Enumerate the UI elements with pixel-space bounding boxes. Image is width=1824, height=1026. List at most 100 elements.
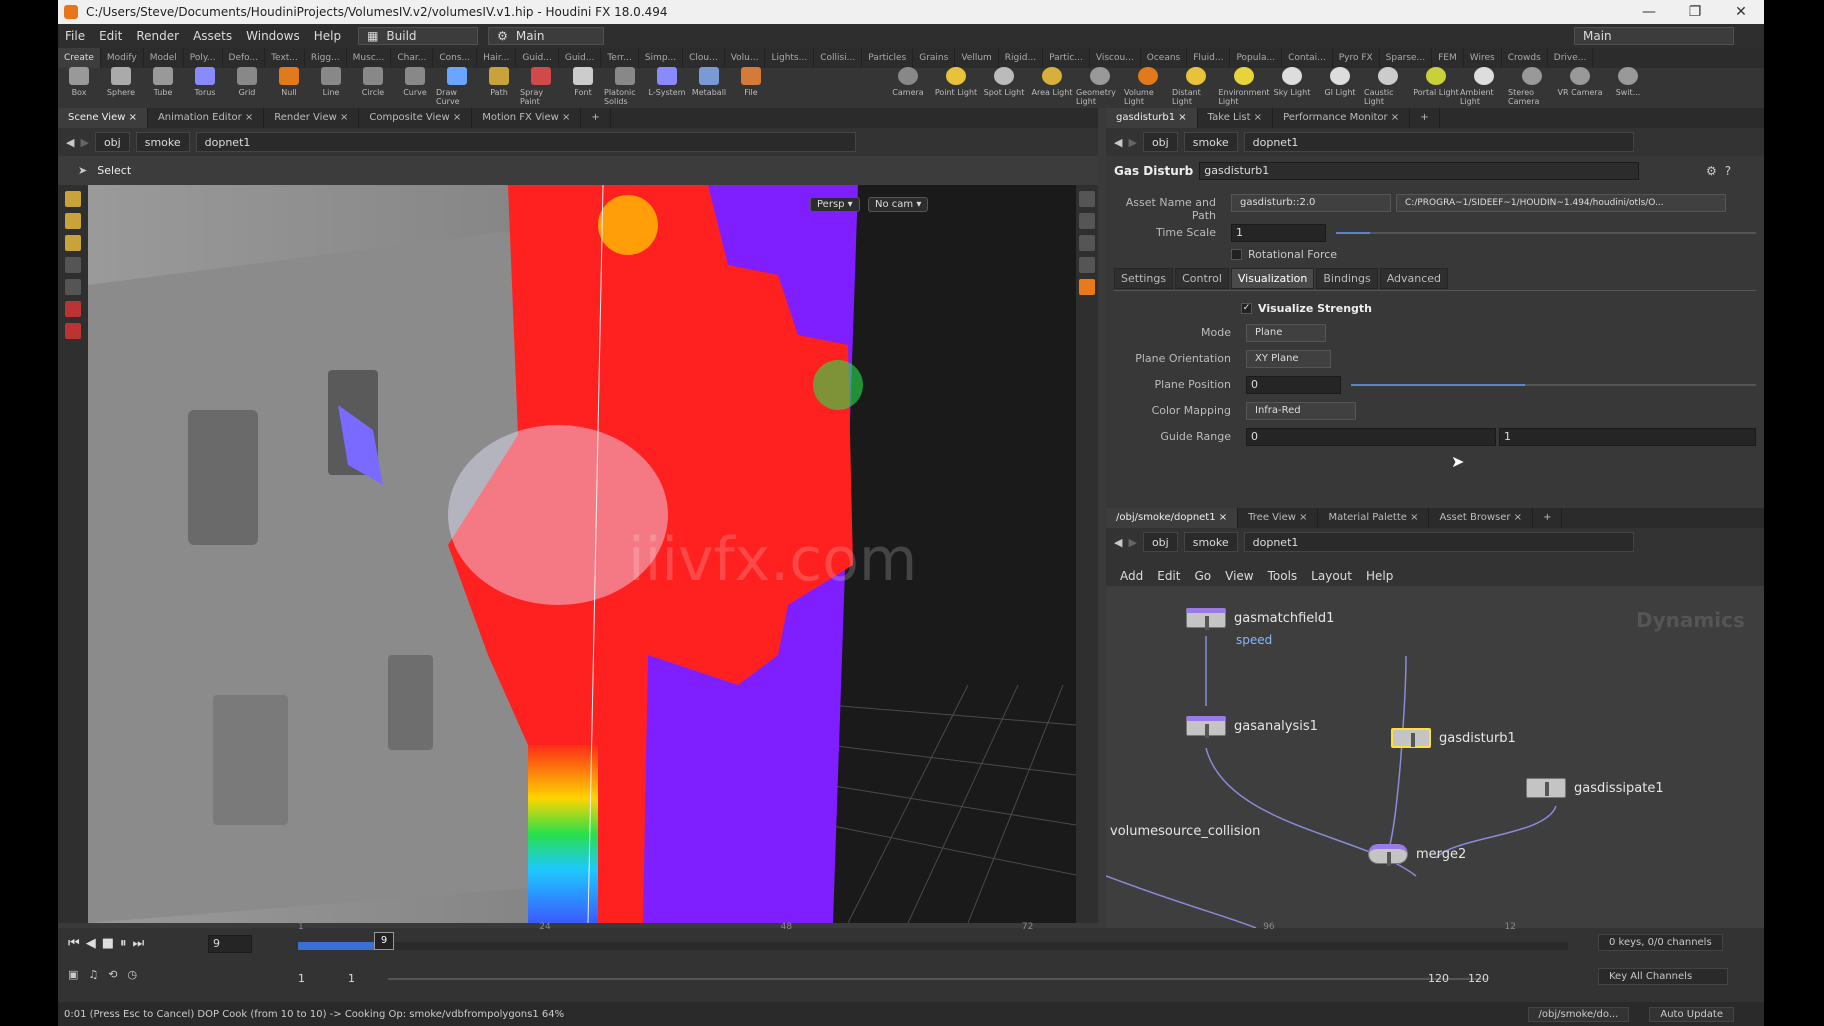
plane-position-slider[interactable] bbox=[1351, 384, 1756, 386]
back-arrow-icon[interactable]: ◀ bbox=[1114, 536, 1122, 549]
rotational-force-checkbox[interactable] bbox=[1231, 249, 1242, 260]
path-smoke[interactable]: smoke bbox=[1183, 532, 1238, 552]
jump-start-icon[interactable]: ⏮ bbox=[68, 936, 80, 951]
shelf-tab[interactable]: Crowds bbox=[1502, 48, 1548, 68]
key-all-channels-dropdown[interactable]: Key All Channels bbox=[1598, 968, 1728, 985]
network-menu-item[interactable]: Go bbox=[1194, 569, 1211, 583]
shelf-tab[interactable]: FEM bbox=[1432, 48, 1464, 68]
select-tool-icon[interactable] bbox=[65, 257, 81, 273]
persp-dropdown[interactable]: Persp ▾ bbox=[810, 197, 860, 212]
path-obj[interactable]: obj bbox=[1142, 532, 1178, 552]
shelf-tab[interactable]: Modify bbox=[101, 48, 144, 68]
auto-update-dropdown[interactable]: Auto Update bbox=[1649, 1006, 1734, 1022]
shelf-tab[interactable]: Particles bbox=[862, 48, 914, 68]
network-menu-item[interactable]: View bbox=[1225, 569, 1253, 583]
shelf-tab[interactable]: Defo... bbox=[223, 48, 266, 68]
shelf-tab[interactable]: Clou... bbox=[683, 48, 725, 68]
path-dopnet[interactable]: dopnet1 bbox=[195, 132, 856, 152]
light-tool[interactable]: Portal Light bbox=[1412, 67, 1460, 108]
guide-range-min[interactable]: 0 bbox=[1246, 428, 1496, 446]
shelf-tab[interactable]: Terr... bbox=[601, 48, 639, 68]
scene-viewport[interactable]: iiivfx.com Persp ▾ No cam ▾ bbox=[88, 185, 1076, 923]
shelf-tab[interactable]: Wires bbox=[1464, 48, 1502, 68]
shelf-tool[interactable]: Metaball bbox=[688, 67, 730, 108]
network-menu-item[interactable]: Edit bbox=[1157, 569, 1180, 583]
camera-dropdown[interactable]: No cam ▾ bbox=[868, 197, 929, 212]
parameter-tab[interactable]: Advanced bbox=[1379, 268, 1449, 289]
jump-end-icon[interactable]: ⏭ bbox=[133, 936, 145, 951]
clock-icon[interactable]: ◷ bbox=[128, 968, 138, 981]
mode-dropdown[interactable]: Plane bbox=[1246, 324, 1326, 342]
light-tool[interactable]: Stereo Camera bbox=[1508, 67, 1556, 108]
shelf-tool[interactable]: L-System bbox=[646, 67, 688, 108]
shelf-tool[interactable]: Sphere bbox=[100, 67, 142, 108]
playhead-marker[interactable]: 9 bbox=[374, 932, 394, 950]
shelf-tab[interactable]: Vellum bbox=[955, 48, 999, 68]
shelf-tool[interactable]: Platonic Solids bbox=[604, 67, 646, 108]
shelf-tab[interactable]: Guid... bbox=[559, 48, 602, 68]
pane-tab-add[interactable]: + bbox=[1410, 108, 1440, 128]
shelf-tab[interactable]: Volu... bbox=[725, 48, 766, 68]
asset-name-dropdown[interactable]: gasdisturb::2.0 bbox=[1231, 194, 1391, 212]
menu-help[interactable]: Help bbox=[307, 29, 348, 43]
pane-tab[interactable]: Tree View × bbox=[1238, 508, 1319, 528]
path-obj[interactable]: obj bbox=[94, 132, 130, 152]
node-gasdissipate[interactable]: gasdissipate1 bbox=[1526, 778, 1664, 798]
display-options-icon[interactable] bbox=[1079, 191, 1095, 207]
shelf-tab[interactable]: Grains bbox=[913, 48, 956, 68]
shelf-tool[interactable]: Font bbox=[562, 67, 604, 108]
back-arrow-icon[interactable]: ◀ bbox=[66, 136, 74, 149]
shelf-tool[interactable]: File bbox=[730, 67, 772, 108]
pane-tab-add[interactable]: + bbox=[1533, 508, 1563, 528]
realtime-icon[interactable]: ▣ bbox=[68, 968, 78, 981]
time-scale-slider[interactable] bbox=[1336, 232, 1756, 234]
pane-tab[interactable]: Motion FX View × bbox=[472, 108, 582, 128]
current-frame-field[interactable]: 9 bbox=[208, 935, 252, 953]
path-smoke[interactable]: smoke bbox=[1183, 132, 1238, 152]
node-volumesource-collision[interactable]: volumesource_collision bbox=[1110, 824, 1260, 839]
magnet-icon[interactable] bbox=[65, 323, 81, 339]
shelf-tab[interactable]: Hair... bbox=[477, 48, 517, 68]
shelf-tab[interactable]: Text... bbox=[265, 48, 305, 68]
network-menu-item[interactable]: Add bbox=[1120, 569, 1143, 583]
path-dopnet[interactable]: dopnet1 bbox=[1243, 132, 1634, 152]
handle-tool-icon[interactable] bbox=[65, 191, 81, 207]
light-tool[interactable]: Ambient Light bbox=[1460, 67, 1508, 108]
light-tool[interactable]: Area Light bbox=[1028, 67, 1076, 108]
light-tool[interactable]: Swit... bbox=[1604, 67, 1652, 108]
guide-range-max[interactable]: 1 bbox=[1499, 428, 1756, 446]
visualize-strength-checkbox[interactable]: ✓ bbox=[1241, 303, 1252, 314]
shelf-tool[interactable]: Line bbox=[310, 67, 352, 108]
shelf-tab[interactable]: Cons... bbox=[433, 48, 478, 68]
shelf-tab[interactable]: Partic... bbox=[1043, 48, 1090, 68]
light-tool[interactable]: Geometry Light bbox=[1076, 67, 1124, 108]
node-gasanalysis[interactable]: gasanalysis1 bbox=[1186, 716, 1318, 738]
paint-tool-icon[interactable] bbox=[65, 235, 81, 251]
pane-tab[interactable]: Composite View × bbox=[359, 108, 473, 128]
pane-tab[interactable]: Take List × bbox=[1198, 108, 1274, 128]
shelf-tab[interactable]: Musc... bbox=[347, 48, 392, 68]
shelf-tab[interactable]: Fluid... bbox=[1187, 48, 1231, 68]
shelf-tab[interactable]: Model bbox=[144, 48, 184, 68]
minimize-button[interactable]: — bbox=[1626, 4, 1672, 20]
menu-file[interactable]: File bbox=[58, 29, 92, 43]
menu-assets[interactable]: Assets bbox=[186, 29, 239, 43]
pane-tab[interactable]: /obj/smoke/dopnet1 × bbox=[1106, 508, 1239, 528]
asset-path-dropdown[interactable]: C:/PROGRA~1/SIDEEF~1/HOUDIN~1.494/houdin… bbox=[1396, 194, 1726, 212]
forward-arrow-icon[interactable]: ▶ bbox=[1128, 136, 1136, 149]
shelf-tab[interactable]: Oceans bbox=[1141, 48, 1188, 68]
path-smoke[interactable]: smoke bbox=[135, 132, 190, 152]
frame-range-slider[interactable] bbox=[388, 978, 1488, 980]
light-tool[interactable]: Sky Light bbox=[1268, 67, 1316, 108]
plane-orientation-dropdown[interactable]: XY Plane bbox=[1246, 350, 1331, 368]
stop-icon[interactable]: ■ bbox=[102, 936, 114, 951]
forward-arrow-icon[interactable]: ▶ bbox=[1128, 536, 1136, 549]
right-main-dropdown[interactable]: Main bbox=[1574, 27, 1734, 45]
time-scale-field[interactable]: 1 bbox=[1231, 224, 1326, 242]
keys-channels[interactable]: 0 keys, 0/0 channels bbox=[1598, 934, 1723, 951]
shelf-tab[interactable]: Pyro FX bbox=[1333, 48, 1380, 68]
plane-position-field[interactable]: 0 bbox=[1246, 376, 1341, 394]
desktop-dropdown[interactable]: ▦ Build bbox=[358, 27, 479, 45]
pause-icon[interactable]: ⏸ bbox=[120, 936, 127, 951]
shelf-tool[interactable]: Circle bbox=[352, 67, 394, 108]
